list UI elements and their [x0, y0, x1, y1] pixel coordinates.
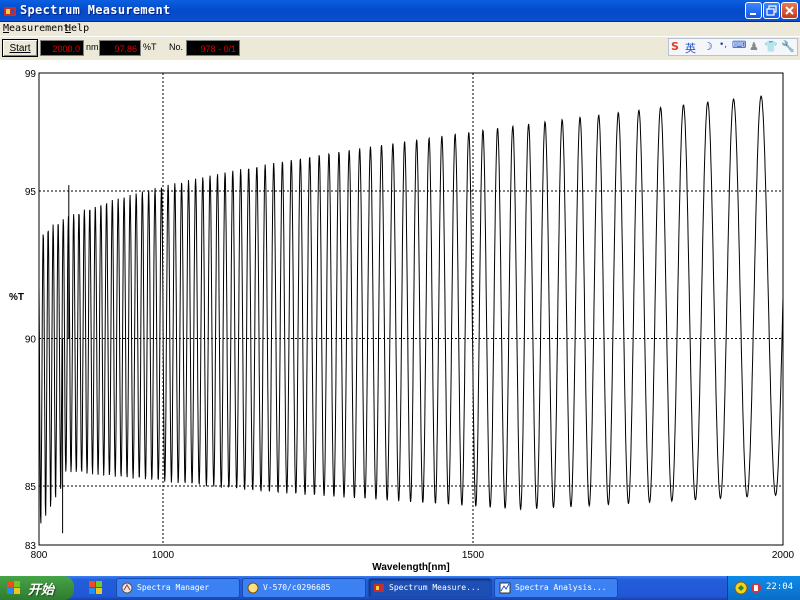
- plot-area[interactable]: 83 85 90 95 99 800 1000 1500 2000 %T Wavelength…: [0, 60, 800, 576]
- spectra-manager-icon: [121, 582, 133, 594]
- task-instrument[interactable]: V-570/c0296685: [242, 578, 366, 598]
- clock: 22:04: [766, 582, 794, 592]
- y-tick-label: 85: [25, 482, 37, 493]
- close-icon: [785, 6, 794, 15]
- y-tick-label: 95: [25, 187, 37, 198]
- x-axis-ticks: 800 1000 1500 2000: [31, 550, 795, 561]
- menu-measurement[interactable]: Measurement: [3, 23, 69, 34]
- transmittance-unit: %T: [143, 42, 157, 52]
- quick-launch-icon[interactable]: [88, 580, 104, 596]
- menu-bar: Measurement Help: [0, 22, 800, 36]
- task-label: Spectra Manager: [137, 583, 210, 592]
- punctuation-icon[interactable]: •,: [719, 40, 727, 50]
- toolbar: Start 2000.0 nm 97.86 %T No. 978 - 0/1 S…: [0, 36, 800, 60]
- spectrum-measure-icon: [374, 584, 384, 592]
- menu-measurement-label: easurement: [9, 23, 70, 34]
- network-icon[interactable]: [734, 581, 748, 595]
- task-label: Spectrum Measure...: [389, 583, 481, 592]
- menu-help[interactable]: Help: [65, 23, 89, 34]
- minimize-button[interactable]: [745, 2, 762, 19]
- restore-icon: [766, 5, 777, 16]
- start-menu-button[interactable]: 开始: [0, 576, 74, 600]
- task-spectrum-measurement[interactable]: Spectrum Measure...: [368, 578, 492, 598]
- x-tick-label: 1500: [462, 550, 485, 561]
- title-bar[interactable]: Spectrum Measurement: [0, 0, 800, 22]
- spectrum-trace: [38, 95, 784, 534]
- minimize-icon: [750, 13, 756, 15]
- shirt-icon[interactable]: 👕: [764, 40, 778, 53]
- number-readout: 978 - 0/1: [186, 40, 240, 56]
- x-tick-label: 2000: [772, 550, 795, 561]
- task-label: Spectra Analysis...: [515, 583, 607, 592]
- user-icon[interactable]: ♟: [749, 40, 759, 53]
- keyboard-icon[interactable]: ⌨: [732, 40, 746, 51]
- y-axis-label: %T: [9, 292, 24, 303]
- transmittance-readout: 97.86: [99, 40, 141, 56]
- x-tick-label: 800: [31, 550, 48, 561]
- x-tick-label: 1000: [152, 550, 175, 561]
- chinese-english-icon[interactable]: 英: [685, 40, 696, 56]
- wavelength-unit: nm: [86, 42, 99, 52]
- volume-icon[interactable]: [750, 581, 762, 595]
- instrument-icon: [247, 582, 259, 594]
- start-button[interactable]: Start: [2, 39, 38, 57]
- menu-help-label: elp: [71, 23, 90, 34]
- x-axis-label: Wavelength[nm]: [372, 562, 449, 573]
- wrench-icon[interactable]: 🔧: [781, 40, 795, 53]
- windows-logo-icon: [7, 581, 20, 594]
- moon-icon[interactable]: ☽: [703, 40, 713, 53]
- close-button[interactable]: [781, 2, 798, 19]
- start-menu-label: 开始: [28, 583, 55, 598]
- number-label: No.: [169, 42, 184, 52]
- task-label: V-570/c0296685: [263, 583, 331, 592]
- system-tray: 22:04: [727, 576, 800, 600]
- sogou-s-icon[interactable]: S: [671, 40, 679, 53]
- window-title: Spectrum Measurement: [20, 3, 171, 17]
- chart-grid: [39, 73, 783, 545]
- maximize-button[interactable]: [763, 2, 780, 19]
- start-button-label: Start: [9, 43, 31, 54]
- task-spectra-manager[interactable]: Spectra Manager: [116, 578, 240, 598]
- app-icon: [4, 7, 16, 16]
- task-spectra-analysis[interactable]: Spectra Analysis...: [494, 578, 618, 598]
- y-axis-ticks: 8385909599: [25, 69, 37, 552]
- spectrum-chart[interactable]: 8385909599 800 1000 1500 2000 %T Wavelength…: [0, 60, 800, 576]
- ime-toolbar[interactable]: S 英 ☽ •, ⌨ ♟ 👕 🔧: [668, 38, 798, 56]
- y-tick-label: 99: [25, 69, 37, 80]
- wavelength-readout: 2000.0: [40, 40, 84, 56]
- y-tick-label: 90: [25, 335, 37, 346]
- taskbar: 开始 Spectra Manager V-570/c0296685 Spectr…: [0, 576, 800, 600]
- plot-frame: [38, 72, 784, 546]
- spectra-analysis-icon: [499, 582, 511, 594]
